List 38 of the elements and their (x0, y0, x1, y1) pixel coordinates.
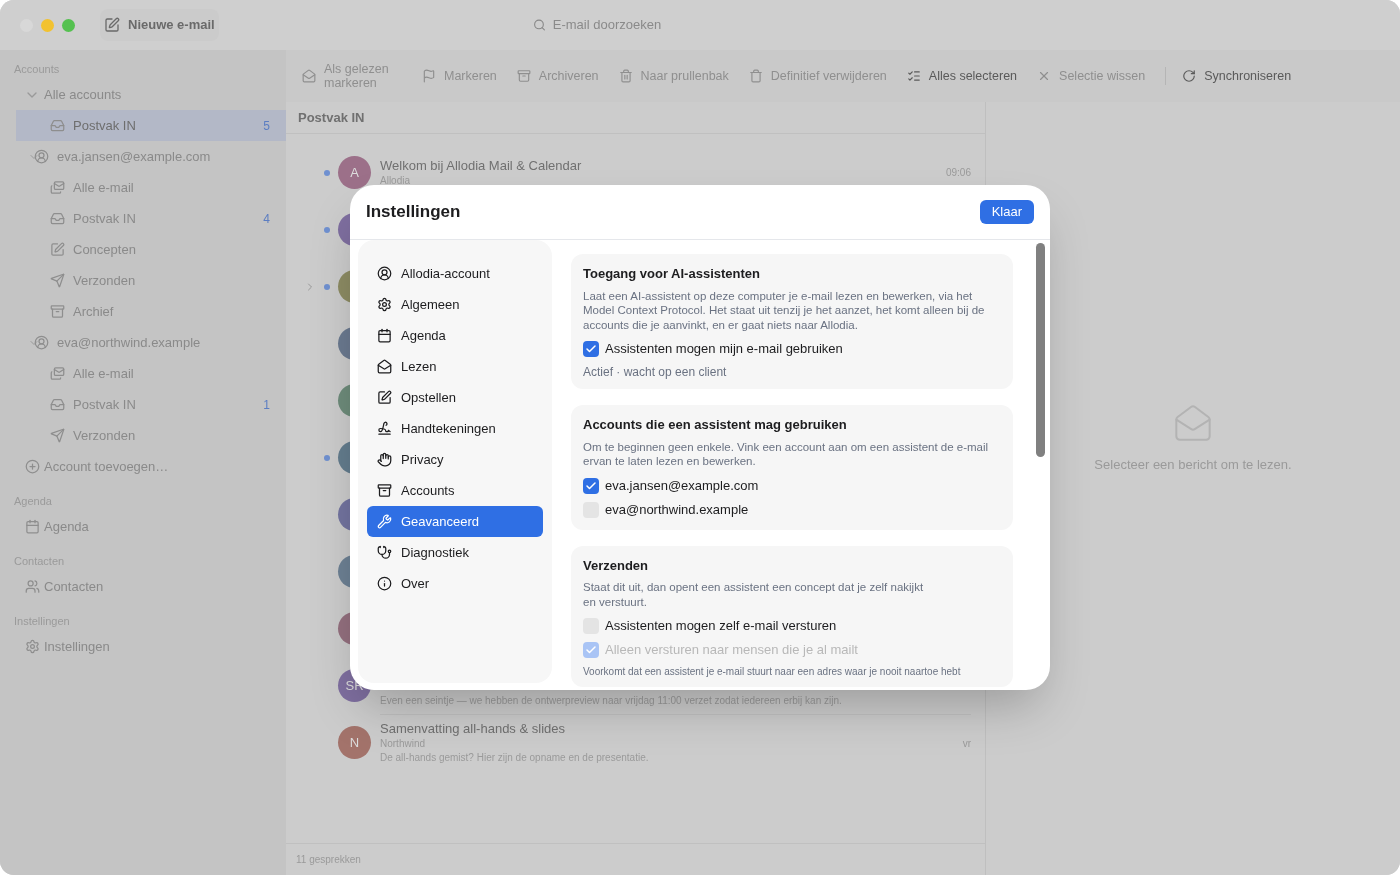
sidebar-label: eva.jansen@example.com (57, 147, 212, 166)
card-note: Actief · wacht op een client (583, 364, 728, 381)
sidebar-label: Verzonden (73, 426, 137, 445)
sidebar-label: Account toevoegen… (44, 457, 170, 476)
card-description: Staat dit uit, dan opent een assistent een concept dat je zelf nakijkt en verstuurt. (583, 580, 925, 609)
message-subject: Samenvatting all-hands & slides (380, 721, 566, 737)
message-subject: Welkom bij Allodia Mail & Calendar (380, 157, 583, 174)
card-title: Toegang voor AI-assistenten (583, 265, 761, 283)
checkbox-label: eva.jansen@example.com (605, 476, 759, 495)
dialog-title: Instellingen (366, 201, 461, 224)
sidebar-label: Concepten (73, 240, 137, 259)
checkbox-label: Assistenten mogen zelf e-mail versturen (605, 617, 837, 636)
unread-count: 5 (263, 117, 270, 135)
sidebar-label: Verzonden (73, 271, 137, 290)
unread-count: 4 (263, 210, 270, 228)
avatar: A (338, 156, 371, 189)
checkbox-label: Assistenten mogen mijn e-mail gebruiken (605, 340, 843, 359)
card-title: Verzenden (583, 556, 650, 575)
card-note: Voorkomt dat een assistent je e-mail stuurt naar een adres waar je nooit naartoe hebt (583, 665, 962, 679)
sidebar-label: Postvak IN (73, 209, 137, 228)
card-description: Om te beginnen geen enkele. Vink een account aan om een assistent de e-mail ervan te laten lezen en bewerken. (583, 439, 990, 469)
sidebar-label: Alle accounts (44, 85, 123, 104)
sidebar-label: eva@northwind.example (57, 333, 202, 352)
sidebar-label: Alle e-mail (73, 364, 135, 383)
sidebar-label: Postvak IN (73, 116, 137, 135)
avatar: N (338, 726, 371, 759)
checkbox-label: Alleen versturen naar mensen die je al mailt (605, 641, 858, 660)
card-description: Laat een AI-assistent op deze computer je e-mail lezen en bewerken, via het Model Context Protocol. Het staat uit tenzij je het aanzet, het komt alleen bij de accounts die je aanvinkt, en er gaat niets naar Allodia. (583, 288, 986, 332)
checkbox-label: eva@northwind.example (605, 500, 749, 519)
list-title: Postvak IN (298, 108, 365, 127)
unread-count: 1 (263, 396, 270, 414)
sidebar-label: Archief (73, 302, 115, 321)
sidebar-label: Contacten (44, 577, 105, 596)
sidebar-label: Instellingen (44, 637, 111, 656)
sidebar-label: Agenda (44, 517, 90, 536)
sidebar-label: Alle e-mail (73, 178, 135, 197)
card-title: Accounts die een assistent mag gebruiken (583, 416, 848, 434)
sidebar-label: Postvak IN (73, 395, 137, 414)
